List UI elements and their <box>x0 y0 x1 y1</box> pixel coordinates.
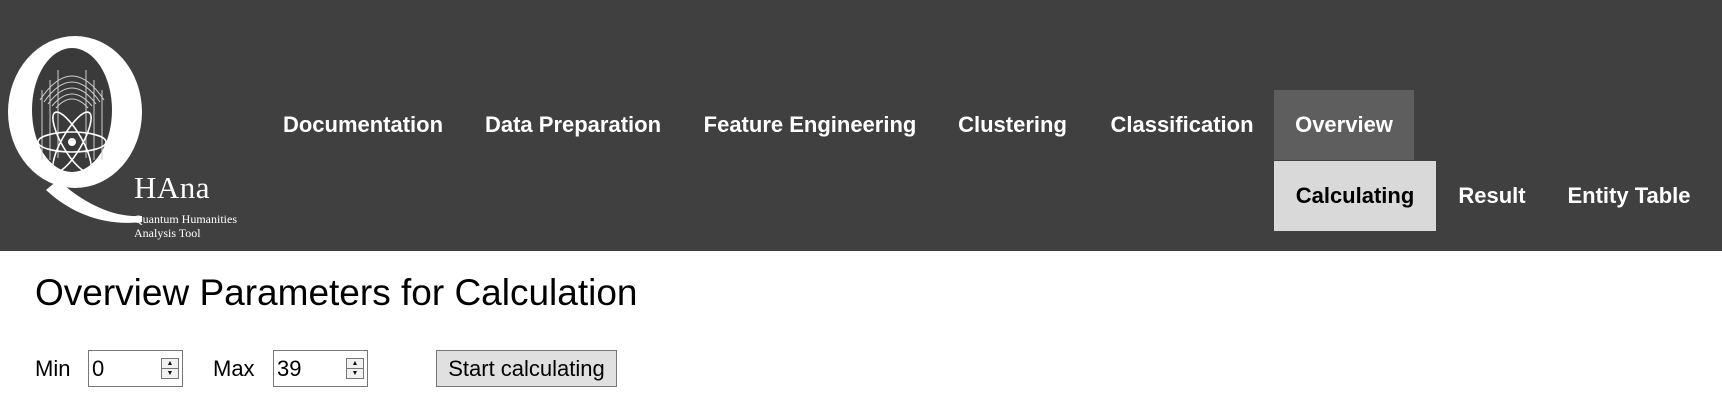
max-label: Max <box>213 356 255 381</box>
min-spinner: ▲ ▼ <box>161 358 179 379</box>
max-input[interactable]: 39 ▲ ▼ <box>273 350 368 387</box>
nav-classification[interactable]: Classification <box>1090 90 1274 160</box>
logo-subtitle-line-1: Quantum Humanities <box>134 212 237 226</box>
nav-clustering[interactable]: Clustering <box>940 90 1085 160</box>
min-increment-icon[interactable]: ▲ <box>162 359 178 368</box>
logo-subtitle-line-2: Analysis Tool <box>134 226 201 240</box>
nav-feature-engineering[interactable]: Feature Engineering <box>685 90 935 160</box>
logo-q-icon <box>8 36 142 223</box>
app-header: HAna Quantum Humanities Analysis Tool Do… <box>0 0 1722 251</box>
min-input-value: 0 <box>92 355 105 381</box>
subnav-calculating[interactable]: Calculating <box>1274 161 1436 231</box>
max-spinner: ▲ ▼ <box>346 358 364 379</box>
logo-subtitle: Quantum Humanities Analysis Tool <box>134 212 237 240</box>
nav-documentation[interactable]: Documentation <box>264 90 462 160</box>
max-input-value: 39 <box>277 355 302 381</box>
nav-overview[interactable]: Overview <box>1274 90 1414 160</box>
page-title: Overview Parameters for Calculation <box>35 272 638 313</box>
start-calculating-button[interactable]: Start calculating <box>436 350 617 387</box>
max-increment-icon[interactable]: ▲ <box>347 359 363 368</box>
subnav-result[interactable]: Result <box>1436 161 1548 231</box>
logo-brand-text: HAna <box>134 170 211 205</box>
min-input[interactable]: 0 ▲ ▼ <box>88 350 183 387</box>
min-decrement-icon[interactable]: ▼ <box>162 368 178 378</box>
nav-data-preparation[interactable]: Data Preparation <box>467 90 679 160</box>
subnav-entity-table[interactable]: Entity Table <box>1550 161 1708 231</box>
max-decrement-icon[interactable]: ▼ <box>347 368 363 378</box>
qhana-logo[interactable]: HAna Quantum Humanities Analysis Tool <box>0 30 250 240</box>
min-label: Min <box>35 356 71 381</box>
